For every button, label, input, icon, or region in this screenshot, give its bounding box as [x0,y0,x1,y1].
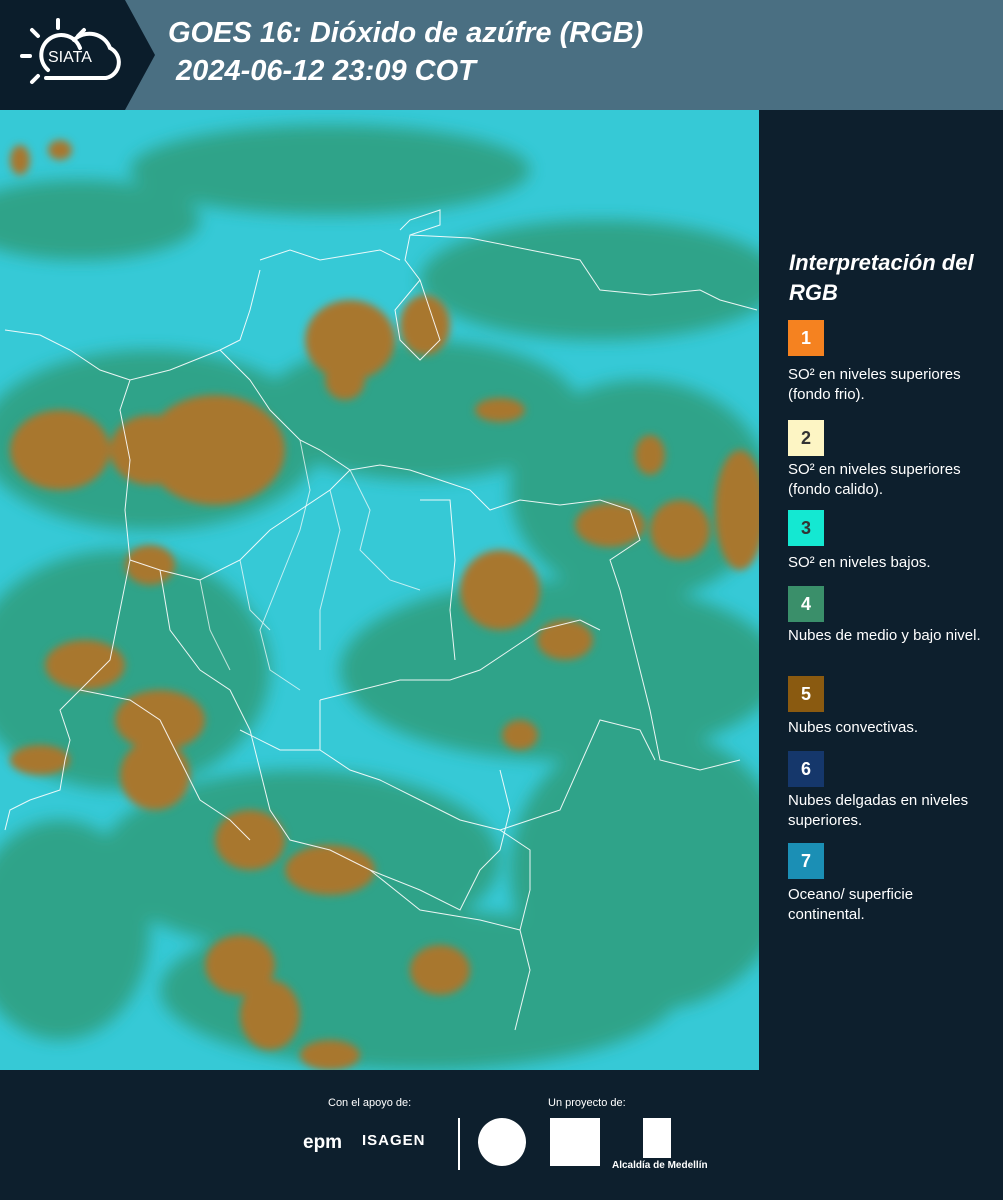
title-line-1: GOES 16: Dióxido de azúfre (RGB) [168,17,644,49]
isagen-logo: ISAGEN [362,1132,426,1149]
title-line-2: 2024-06-12 23:09 COT [168,55,476,87]
project-label: Un proyecto de: [548,1097,626,1109]
support-label: Con el apoyo de: [328,1097,412,1109]
header-bar: SIATA GOES 16: Dióxido de azúfre (RGB) 2… [0,0,1003,110]
legend-swatch-4: 4 [788,586,824,622]
legend-swatch-2: 2 [788,420,824,456]
epm-logo: epm [303,1132,343,1153]
legend-title: Interpretación del RGB [789,250,974,305]
legend-description-7: Oceano/ superficie continental. [788,886,914,923]
legend-swatch-5: 5 [788,676,824,712]
legend-swatch-7: 7 [788,843,824,879]
alcaldia-shield-icon [643,1118,671,1158]
legend-swatch-6: 6 [788,751,824,787]
legend-description-5: Nubes convectivas. [788,719,919,736]
legend-description-6: Nubes delgadas en niveles superiores. [788,792,969,829]
legend-description-3: SO² en niveles bajos. [788,554,931,571]
legend-swatch-1: 1 [788,320,824,356]
siata-logo: SIATA [0,0,155,110]
legend-description-1: SO² en niveles superiores (fondo frio). [788,366,961,403]
legend-description-2: SO² en niveles superiores (fondo calido)… [788,461,961,498]
sun-cloud-icon: SIATA [20,18,121,84]
university-seal-icon [478,1118,526,1166]
legend-swatch-3: 3 [788,510,824,546]
page-title: GOES 16: Dióxido de azúfre (RGB) 2024-06… [168,14,643,90]
footer: Con el apoyo de: Un proyecto de: epm ISA… [0,1070,1003,1200]
satellite-image [0,110,759,1070]
satellite-map[interactable] [0,110,759,1070]
alcaldia-label: Alcaldía de Medellín [612,1160,708,1171]
area-metropolitana-logo [550,1118,600,1166]
siata-logo-text: SIATA [48,49,92,66]
footer-divider [458,1118,460,1170]
legend-description-4: Nubes de medio y bajo nivel. [788,627,981,644]
legend-panel: Interpretación del RGB 1 SO² en niveles s… [759,110,1003,1070]
